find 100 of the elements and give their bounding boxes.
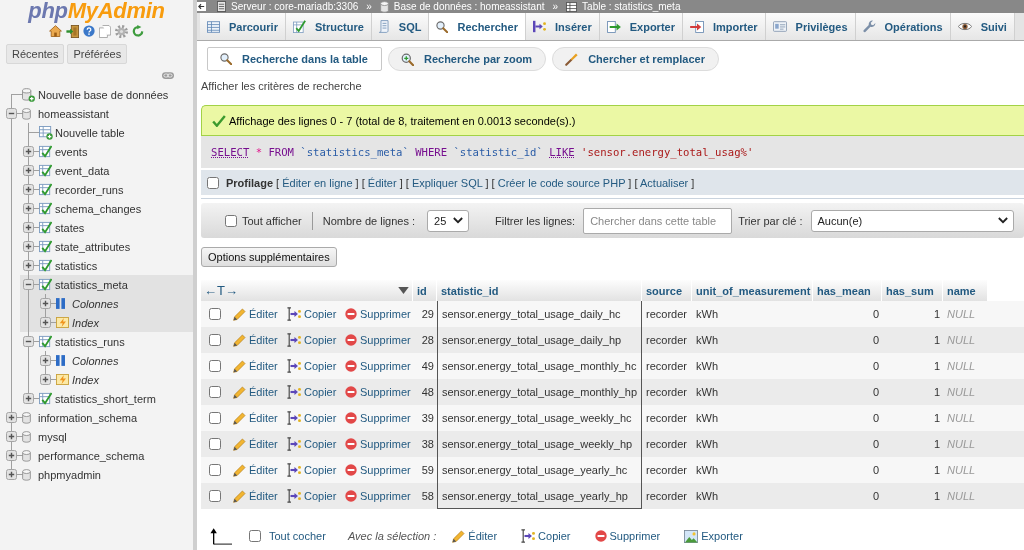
export-link[interactable]: Exporter (684, 529, 743, 543)
edit-link[interactable]: Éditer (228, 359, 278, 373)
options-button[interactable]: Options supplémentaires (201, 247, 337, 267)
tab[interactable]: Suivi (950, 13, 1015, 40)
row-checkbox[interactable] (208, 412, 221, 424)
query-action-link[interactable]: Éditer (367, 176, 397, 189)
sort-select[interactable]: Aucun(e) (810, 209, 1014, 232)
expand-icon[interactable] (23, 184, 34, 195)
column-header[interactable]: has_mean (813, 280, 882, 301)
copy-link[interactable]: Copier (282, 437, 337, 451)
edit-link[interactable]: Éditer (228, 307, 278, 321)
tree-item[interactable]: Index (72, 316, 99, 329)
copy-link[interactable]: Copier (282, 333, 337, 347)
tree-item[interactable]: statistics_runs (55, 335, 125, 348)
edit-link[interactable]: Éditer (228, 333, 278, 347)
copy-link[interactable]: Copier (282, 411, 337, 425)
expand-icon[interactable] (40, 355, 51, 366)
tree-item[interactable]: phpmyadmin (38, 468, 101, 481)
tree-item[interactable]: events (55, 145, 88, 158)
delete-link[interactable]: Supprimer (340, 412, 411, 424)
filter-input[interactable]: Chercher dans cette table (583, 207, 733, 234)
column-header[interactable]: has_sum (882, 280, 943, 301)
tab[interactable]: Exporter (599, 13, 683, 40)
expand-icon[interactable] (6, 469, 17, 480)
column-header[interactable]: id (413, 280, 437, 301)
check-all-label[interactable]: Tout cocher (269, 530, 326, 542)
rows-select[interactable]: 25 (427, 209, 470, 232)
row-checkbox[interactable] (208, 490, 221, 502)
expand-icon[interactable] (23, 393, 34, 404)
subtab[interactable]: Recherche dans la table (207, 47, 382, 71)
edit-link[interactable]: Éditer (228, 437, 278, 451)
profiling-checkbox[interactable] (207, 176, 219, 189)
tab[interactable]: SQL (371, 13, 430, 40)
column-header[interactable]: source (642, 280, 692, 301)
expand-icon[interactable] (40, 317, 51, 328)
delete-link[interactable]: Supprimer (340, 438, 411, 450)
tab[interactable]: Parcourir (200, 13, 286, 40)
caret-icon[interactable] (398, 287, 409, 294)
copy-link[interactable]: Copier (521, 529, 571, 543)
delete-link[interactable]: Supprimer (340, 360, 411, 372)
tree-item[interactable]: mysql (38, 430, 67, 443)
sidebar-button[interactable]: Récentes (6, 44, 65, 64)
query-action-link[interactable]: Créer le code source PHP (497, 176, 626, 189)
expand-icon[interactable] (40, 374, 51, 385)
copy-link[interactable]: Copier (282, 489, 337, 503)
expand-icon[interactable] (23, 146, 34, 157)
edit-link[interactable]: Éditer (228, 411, 278, 425)
column-header[interactable]: statistic_id (437, 280, 642, 301)
query-action-link[interactable]: Éditer en ligne (282, 176, 353, 189)
edit-link[interactable]: Éditer (228, 463, 278, 477)
column-header[interactable]: unit_of_measurement (692, 280, 813, 301)
reload-icon[interactable] (132, 25, 144, 37)
arrow-left-icon[interactable] (197, 2, 206, 11)
tree-item[interactable]: Colonnes (72, 354, 119, 367)
exit-door-icon[interactable] (66, 24, 79, 38)
check-all-checkbox[interactable] (249, 530, 261, 542)
subtab[interactable]: Chercher et remplacer (552, 47, 719, 71)
query-action-link[interactable]: Actualiser (640, 176, 689, 189)
tree-item[interactable]: Index (72, 373, 99, 386)
tree-item[interactable]: state_attributes (55, 240, 131, 253)
help-icon[interactable] (83, 25, 95, 37)
row-checkbox[interactable] (208, 386, 221, 398)
delete-link[interactable]: Supprimer (594, 530, 661, 542)
edit-link[interactable]: Éditer (228, 489, 278, 503)
edit-link[interactable]: Éditer (452, 529, 498, 543)
breadcrumb-link[interactable]: Base de données : homeassistant (393, 1, 545, 12)
keyword-link[interactable]: SELECT (211, 146, 250, 158)
delete-link[interactable]: Supprimer (340, 490, 411, 502)
tab[interactable]: Importer (682, 13, 766, 40)
copy-link[interactable]: Copier (282, 463, 337, 477)
breadcrumb-link[interactable]: Serveur : core-mariadb:3306 (231, 1, 359, 12)
delete-link[interactable]: Supprimer (340, 308, 411, 320)
tree-item[interactable]: information_schema (38, 411, 138, 424)
delete-link[interactable]: Supprimer (340, 334, 411, 346)
tree-item[interactable]: statistics_meta (55, 278, 128, 291)
expand-icon[interactable] (40, 298, 51, 309)
expand-icon[interactable] (23, 165, 34, 176)
tree-item[interactable]: schema_changes (55, 202, 142, 215)
tree-item[interactable]: Nouvelle table (55, 126, 125, 139)
row-checkbox[interactable] (208, 464, 221, 476)
tab[interactable]: Privilèges (765, 13, 856, 40)
tree-item[interactable]: states (55, 221, 85, 234)
breadcrumb-link[interactable]: Table : statistics_meta (582, 1, 681, 12)
expand-icon[interactable] (6, 431, 17, 442)
row-checkbox[interactable] (208, 438, 221, 450)
tab[interactable]: Structure (285, 13, 372, 40)
tab[interactable]: Insérer (526, 13, 600, 40)
copy-link[interactable]: Copier (282, 307, 337, 321)
profiling-label[interactable]: Profilage (226, 176, 274, 189)
expand-icon[interactable] (23, 203, 34, 214)
tree-item[interactable]: performance_schema (38, 449, 145, 462)
keyword-link[interactable]: LIKE (549, 146, 575, 158)
logo-text[interactable]: phpMyAdmin (0, 0, 193, 22)
tree-item[interactable]: recorder_runs (55, 183, 124, 196)
tree-item[interactable]: homeassistant (38, 107, 109, 120)
show-all-checkbox[interactable] (225, 214, 237, 227)
tree-item[interactable]: event_data (55, 164, 110, 177)
collapse-icon[interactable] (23, 279, 34, 290)
tree-item[interactable]: statistics (55, 259, 98, 272)
row-checkbox[interactable] (208, 334, 221, 346)
